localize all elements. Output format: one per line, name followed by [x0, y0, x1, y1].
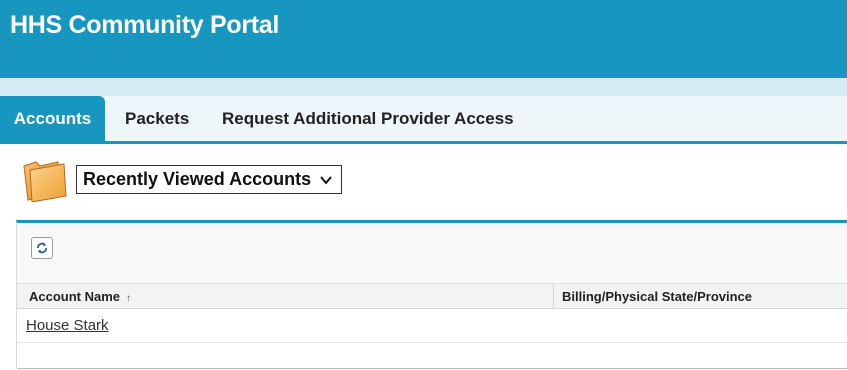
table-row: House Stark	[17, 309, 847, 343]
refresh-icon	[37, 242, 47, 254]
portal-header: HHS Community Portal	[0, 0, 847, 78]
header-subband	[0, 78, 847, 96]
tab-request-additional-provider-access[interactable]: Request Additional Provider Access	[222, 96, 514, 141]
view-select[interactable]: Recently Viewed Accounts	[76, 165, 343, 194]
portal-title: HHS Community Portal	[10, 11, 280, 39]
accounts-list-panel: Account Name ↑ Billing/Physical State/Pro…	[16, 220, 847, 369]
folder-icon	[23, 161, 67, 202]
column-account-name[interactable]: Account Name ↑	[29, 284, 131, 310]
tab-packets[interactable]: Packets	[125, 96, 189, 141]
tab-bar: Accounts Packets Request Additional Prov…	[0, 96, 847, 144]
account-link[interactable]: House Stark	[26, 309, 109, 343]
tab-accounts[interactable]: Accounts	[0, 96, 105, 141]
chevron-down-icon	[320, 175, 332, 185]
refresh-button[interactable]	[31, 237, 53, 259]
column-billing-state[interactable]: Billing/Physical State/Province	[553, 284, 752, 309]
table-row-empty	[17, 343, 847, 369]
sort-ascending-icon: ↑	[126, 293, 132, 304]
column-account-name-label: Account Name	[29, 289, 121, 304]
table-header: Account Name ↑ Billing/Physical State/Pro…	[17, 283, 847, 309]
view-select-label: Recently Viewed Accounts	[83, 169, 312, 189]
